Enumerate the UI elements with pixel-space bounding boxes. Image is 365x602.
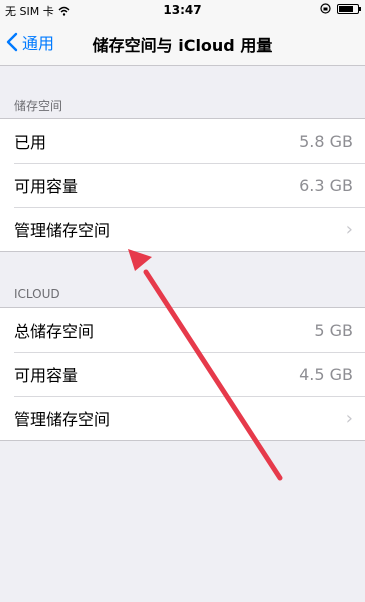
storage-group: 已用 5.8 GB 可用容量 6.3 GB 管理储存空间 › [0,118,365,252]
icloud-total-row: 总储存空间 5 GB [0,308,365,352]
page-title: 储存空间与 iCloud 用量 [92,36,273,55]
chevron-right-icon: › [345,407,353,429]
icloud-available-row: 可用容量 4.5 GB [0,352,365,396]
status-right [320,3,361,14]
row-value: 4.5 GB [299,364,353,384]
row-label: 管理储存空间 [14,221,111,240]
status-bar: 无 SIM 卡 13:47 [0,0,365,20]
chevron-right-icon: › [345,218,353,240]
row-label: 已用 [14,133,47,152]
storage-used-row: 已用 5.8 GB [0,119,365,163]
battery-icon [337,3,361,14]
row-value: 5.8 GB [299,131,353,151]
annotation-arrowhead [128,249,152,271]
row-value: 6.3 GB [299,175,353,195]
row-label: 可用容量 [14,177,79,196]
nav-bar: 通用 储存空间与 iCloud 用量 [0,20,365,66]
row-label: 可用容量 [14,366,79,385]
battery-level [339,5,353,12]
row-label: 管理储存空间 [14,410,111,429]
storage-section-header: 储存空间 [14,99,63,113]
annotation-arrow [128,249,283,481]
manage-storage-row[interactable]: 管理储存空间 › [0,207,365,251]
row-label: 总储存空间 [14,322,95,341]
storage-available-row: 可用容量 6.3 GB [0,163,365,207]
row-value: 5 GB [314,320,353,340]
icloud-group: 总储存空间 5 GB 可用容量 4.5 GB 管理储存空间 › [0,307,365,441]
icloud-section-header: ICLOUD [14,287,60,301]
orientation-lock-icon [320,3,331,14]
icloud-manage-storage-row[interactable]: 管理储存空间 › [0,396,365,440]
status-time: 13:47 [163,3,202,17]
